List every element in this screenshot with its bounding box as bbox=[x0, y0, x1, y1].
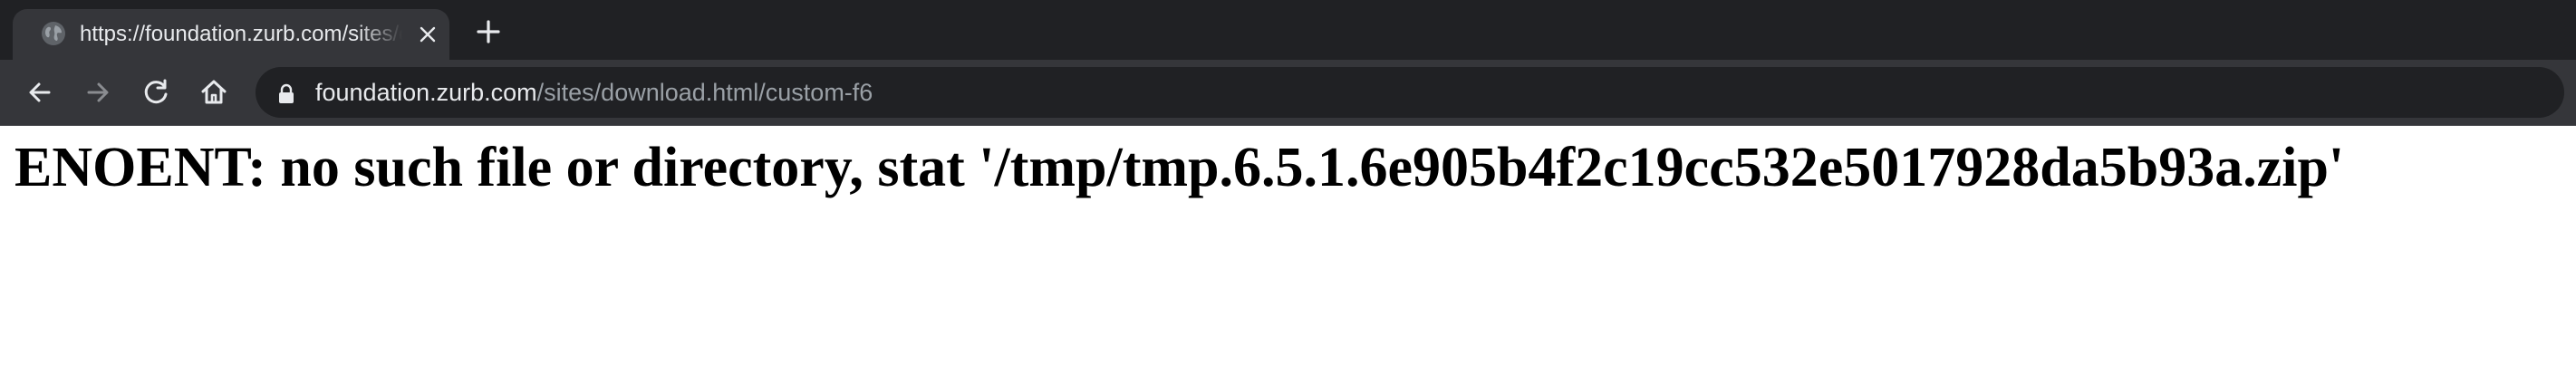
active-tab[interactable]: https://foundation.zurb.com/sites/downlo… bbox=[13, 9, 449, 60]
globe-icon bbox=[42, 22, 65, 45]
tab-title: https://foundation.zurb.com/sites/downlo… bbox=[80, 22, 402, 46]
error-message: ENOENT: no such file or directory, stat … bbox=[14, 137, 2345, 198]
tab-strip: https://foundation.zurb.com/sites/downlo… bbox=[0, 0, 2576, 60]
new-tab-plus-icon[interactable] bbox=[469, 13, 507, 51]
close-icon[interactable] bbox=[417, 24, 439, 45]
url-path: /sites/download.html/custom-f6 bbox=[536, 79, 873, 106]
address-bar-url[interactable]: foundation.zurb.com/sites/download.html/… bbox=[315, 67, 873, 118]
lock-icon[interactable] bbox=[277, 83, 295, 103]
forward-arrow-icon[interactable] bbox=[82, 76, 114, 109]
browser-toolbar: foundation.zurb.com/sites/download.html/… bbox=[0, 60, 2576, 126]
address-bar[interactable]: foundation.zurb.com/sites/download.html/… bbox=[256, 67, 2564, 118]
reload-icon[interactable] bbox=[140, 76, 172, 109]
page-content: ENOENT: no such file or directory, stat … bbox=[0, 126, 2576, 385]
url-host: foundation.zurb.com bbox=[315, 79, 537, 106]
home-icon[interactable] bbox=[198, 76, 230, 109]
back-arrow-icon[interactable] bbox=[24, 76, 56, 109]
